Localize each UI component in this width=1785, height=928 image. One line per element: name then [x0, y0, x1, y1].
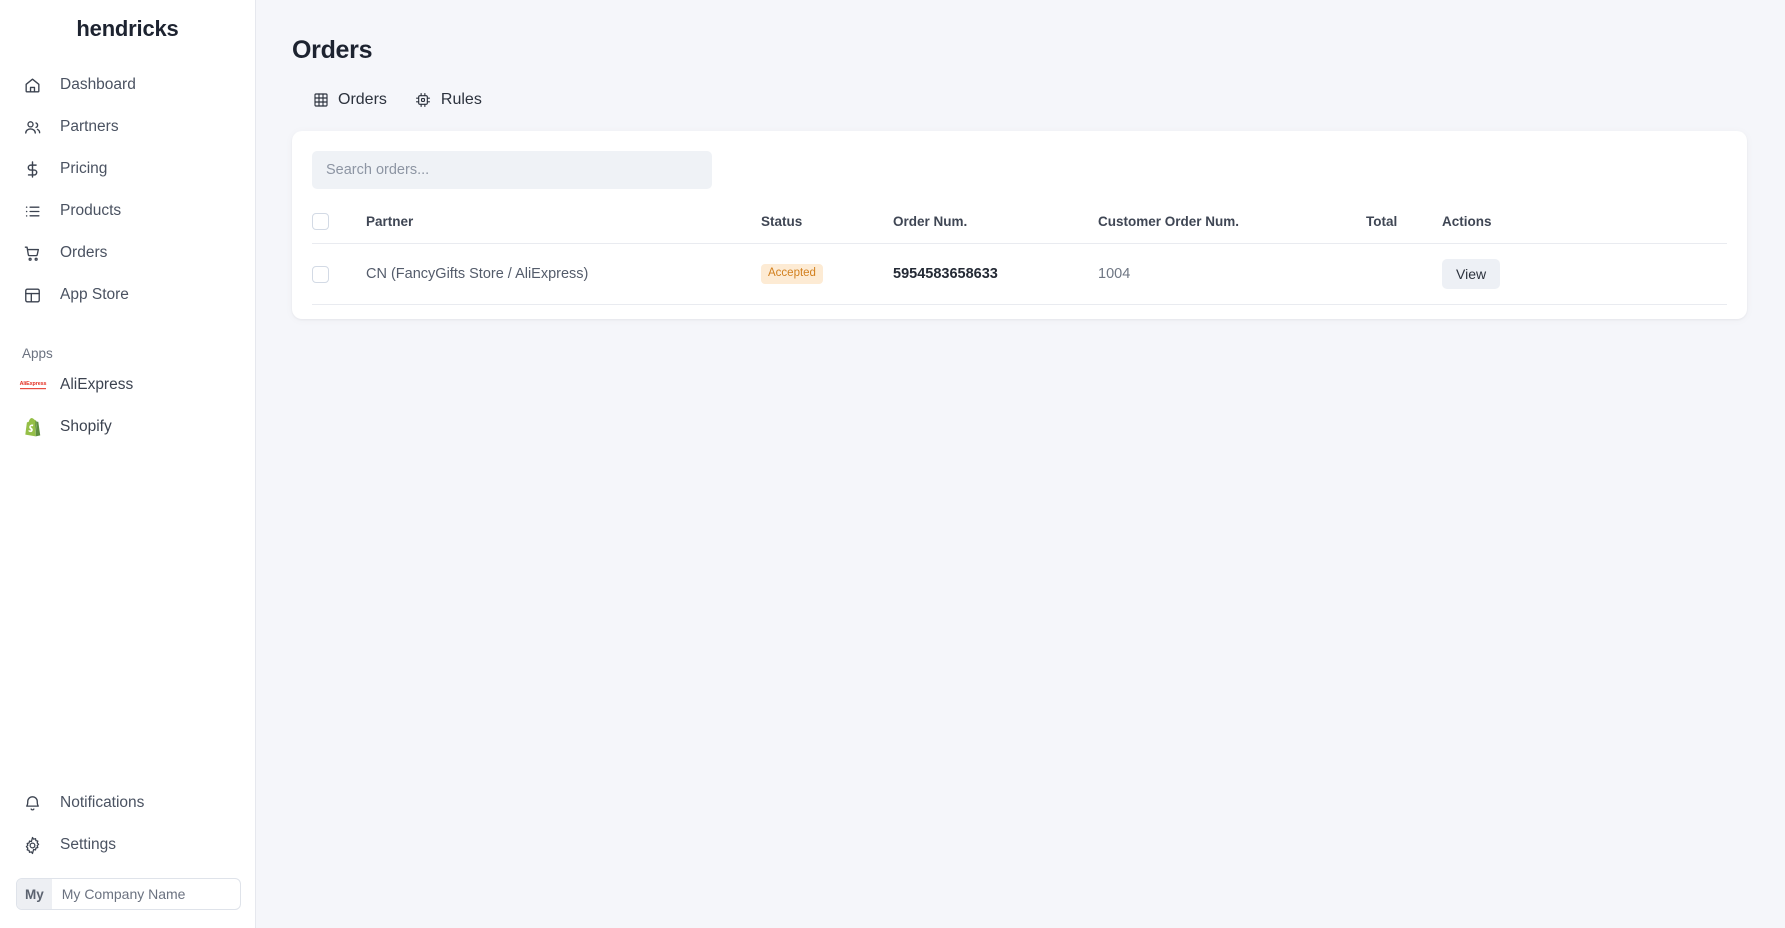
- grid-icon: [312, 92, 329, 109]
- table-row[interactable]: CN (FancyGifts Store / AliExpress) Accep…: [312, 243, 1727, 305]
- sidebar-item-partners[interactable]: Partners: [0, 106, 255, 148]
- brand-logo: hendricks: [76, 16, 179, 41]
- aliexpress-wordmark: AliExpress: [19, 381, 47, 389]
- gear-icon: [22, 835, 42, 855]
- sidebar: hendricks Dashboard Partners Pricing Pro…: [0, 0, 256, 928]
- company-name-label: My Company Name: [61, 886, 186, 902]
- orders-card: Partner Status Order Num. Customer Order…: [292, 131, 1747, 319]
- sidebar-item-label: App Store: [60, 286, 129, 304]
- company-badge: My: [17, 879, 52, 909]
- sidebar-nav: Dashboard Partners Pricing Products Orde…: [0, 58, 255, 316]
- sidebar-app-shopify[interactable]: Shopify: [0, 406, 255, 448]
- select-all-header: [312, 213, 366, 244]
- row-select-cell: [312, 243, 366, 305]
- sidebar-item-label: Notifications: [60, 794, 145, 812]
- dollar-icon: [22, 159, 42, 179]
- table-body: CN (FancyGifts Store / AliExpress) Accep…: [312, 243, 1727, 305]
- sidebar-item-products[interactable]: Products: [0, 190, 255, 232]
- search-input[interactable]: [312, 151, 712, 189]
- layout-icon: [22, 285, 42, 305]
- sidebar-item-label: Orders: [60, 244, 108, 262]
- apps-section-header: Apps: [22, 345, 53, 361]
- sidebar-item-orders[interactable]: Orders: [0, 232, 255, 274]
- cell-partner: CN (FancyGifts Store / AliExpress): [366, 243, 761, 305]
- orders-table: Partner Status Order Num. Customer Order…: [312, 213, 1727, 305]
- aliexpress-logo-icon: AliExpress: [19, 376, 47, 394]
- row-checkbox[interactable]: [312, 265, 329, 283]
- column-header-customer-order-num: Customer Order Num.: [1098, 214, 1240, 229]
- sidebar-app-label: AliExpress: [60, 376, 134, 394]
- tab-label: Orders: [338, 91, 387, 108]
- chip-icon: [415, 92, 432, 109]
- sidebar-item-label: Products: [60, 202, 122, 220]
- column-header-order-num: Order Num.: [893, 214, 968, 229]
- cell-order-num: 5954583658633: [893, 243, 1098, 305]
- cell-customer-order-num: 1004: [1098, 243, 1366, 305]
- sidebar-item-app-store[interactable]: App Store: [0, 274, 255, 316]
- sidebar-item-notifications[interactable]: Notifications: [0, 782, 255, 824]
- table-header-row: Partner Status Order Num. Customer Order…: [312, 213, 1727, 244]
- cart-icon: [22, 243, 42, 263]
- column-header-status: Status: [761, 214, 803, 229]
- sidebar-item-settings[interactable]: Settings: [0, 824, 255, 866]
- tab-label: Rules: [440, 91, 482, 108]
- view-button[interactable]: View: [1442, 259, 1501, 289]
- sidebar-item-label: Dashboard: [60, 76, 136, 94]
- sidebar-item-label: Settings: [60, 836, 117, 854]
- main-content: Orders Orders Rules Search orders... Par…: [256, 0, 1785, 928]
- shopify-logo-icon: [22, 417, 44, 436]
- tab-bar: Orders Rules: [256, 65, 1785, 113]
- cell-total: [1366, 243, 1442, 305]
- home-icon: [22, 75, 42, 95]
- sidebar-item-dashboard[interactable]: Dashboard: [0, 64, 255, 106]
- tab-orders[interactable]: Orders: [312, 91, 387, 113]
- sidebar-bottom-section: Notifications Settings My My Company Nam…: [0, 782, 255, 928]
- company-selector[interactable]: My My Company Name: [16, 878, 241, 910]
- users-icon: [22, 117, 42, 137]
- sidebar-item-label: Partners: [60, 118, 119, 136]
- bell-icon: [22, 793, 42, 813]
- column-header-total: Total: [1366, 214, 1398, 229]
- column-header-partner: Partner: [366, 214, 414, 229]
- select-all-checkbox[interactable]: [312, 213, 329, 230]
- sidebar-app-label: Shopify: [60, 418, 112, 436]
- app-root: hendricks Dashboard Partners Pricing Pro…: [0, 0, 1785, 928]
- page-title: Orders: [292, 36, 373, 64]
- column-header-actions: Actions: [1442, 214, 1492, 229]
- status-badge: Accepted: [761, 264, 823, 284]
- sidebar-item-pricing[interactable]: Pricing: [0, 148, 255, 190]
- sidebar-app-aliexpress[interactable]: AliExpress AliExpress: [0, 364, 255, 406]
- table-head: Partner Status Order Num. Customer Order…: [312, 213, 1727, 244]
- list-icon: [22, 201, 42, 221]
- sidebar-item-label: Pricing: [60, 160, 108, 178]
- tab-rules[interactable]: Rules: [415, 91, 482, 113]
- cell-status: Accepted: [761, 243, 893, 305]
- cell-actions: View: [1442, 243, 1727, 305]
